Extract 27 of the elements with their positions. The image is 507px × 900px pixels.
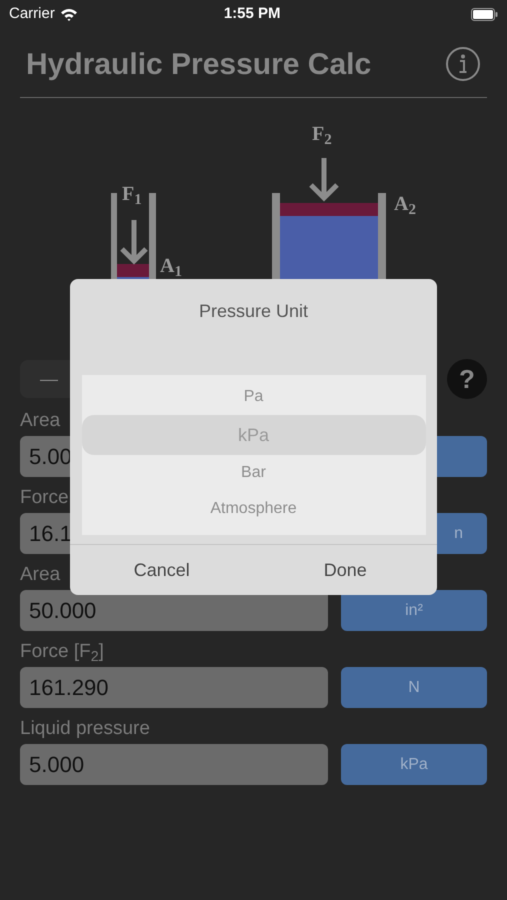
status-time: 1:55 PM	[224, 4, 281, 24]
diagram-label: A$_{1}$	[160, 256, 182, 276]
picker-option[interactable]: Bar	[82, 455, 426, 491]
picker-option[interactable]: Atmosphere	[82, 491, 426, 527]
value-field[interactable]: 50.000	[20, 590, 328, 631]
unit-button[interactable]: kPa	[341, 744, 487, 785]
dialog-title: Pressure Unit	[198, 300, 308, 323]
field-label: Force	[20, 486, 69, 510]
picker-option[interactable]: kPa	[82, 415, 426, 455]
app-title: Hydraulic Pressure Calc	[26, 46, 372, 82]
value-field[interactable]: 5.000	[20, 744, 328, 785]
unit-button[interactable]: in²	[341, 590, 487, 631]
field-label: Area	[20, 563, 60, 587]
wifi-icon	[60, 8, 78, 20]
field-label: Force [F$_{2}$]	[20, 640, 104, 665]
diagram-label: F$_{1}$	[122, 184, 142, 204]
field-label: Area	[20, 409, 60, 433]
picker-option[interactable]: Pa	[82, 379, 426, 415]
info-icon[interactable]	[445, 46, 481, 82]
field-label: Liquid pressure	[20, 717, 150, 741]
diagram-label: F$_{2}$	[312, 124, 332, 144]
help-button[interactable]: ?	[447, 359, 487, 399]
battery-icon	[471, 8, 498, 20]
unit-button[interactable]: N	[341, 667, 487, 708]
value-field[interactable]: 161.290	[20, 667, 328, 708]
carrier-label: Carrier	[9, 4, 55, 24]
diagram-label: A$_{2}$	[394, 194, 416, 214]
